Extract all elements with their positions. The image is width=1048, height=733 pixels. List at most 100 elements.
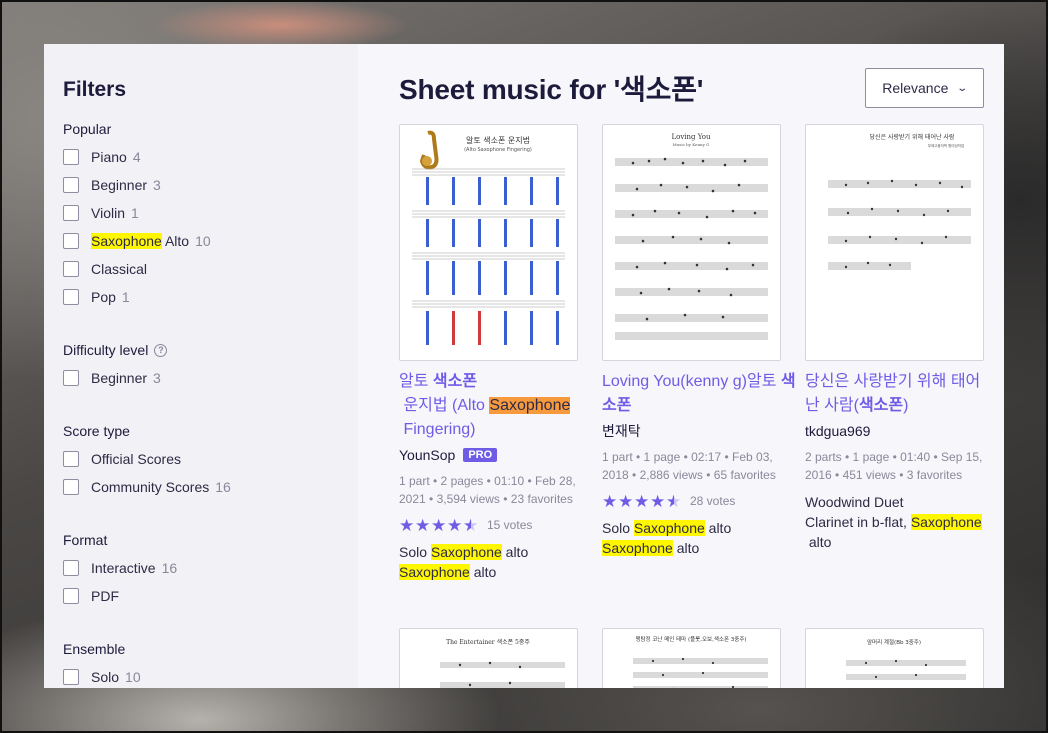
half-star-icon: ★ (666, 491, 682, 511)
star-icon: ★ (399, 515, 415, 535)
score-author[interactable]: YounSop PRO (399, 446, 578, 464)
filter-option-piano[interactable]: Piano 4 (63, 143, 358, 171)
score-card[interactable]: Loving You Music by Kenny G Loving You(k… (602, 124, 796, 582)
sheet-music-preview: 앞머리 계절(Bb 3중주) (846, 638, 966, 688)
svg-text:Music by Kenny G: Music by Kenny G (673, 142, 710, 147)
sheet-music-preview: The Entertainer 색소폰 5중주 (440, 638, 565, 688)
saxophone-image (419, 130, 439, 170)
star-icon: ★ (447, 515, 463, 535)
filter-option-saxophone-alto[interactable]: Saxophone Alto 10 (63, 227, 358, 255)
score-ensemble: Woodwind Duet (805, 494, 904, 510)
checkbox[interactable] (63, 451, 79, 467)
filter-group-title: Ensemble (63, 641, 126, 657)
staff-lines (828, 180, 971, 270)
rating: ★ ★ ★ ★ ★ 28 votes (602, 491, 736, 511)
score-author[interactable]: tkdgua969 (805, 422, 984, 440)
filter-group-title: Score type (63, 423, 130, 439)
checkbox[interactable] (63, 588, 79, 604)
star-icon: ★ (650, 491, 666, 511)
svg-text:앞머리 계절(Bb 3중주): 앞머리 계절(Bb 3중주) (867, 638, 921, 646)
svg-text:당신은 사랑받기 위해 태어난 사람: 당신은 사랑받기 위해 태어난 사람 (870, 133, 955, 141)
filter-option-official-scores[interactable]: Official Scores (63, 445, 358, 473)
checkbox[interactable] (63, 560, 79, 576)
filter-option-pdf[interactable]: PDF (63, 582, 358, 610)
filter-group-title: Format (63, 532, 108, 548)
filter-option-solo[interactable]: Solo 10 (63, 663, 358, 688)
sheet-music-preview: 맹탐정 코난 메인 테마 (플룻,오보,색소폰 3중주) (633, 635, 768, 688)
filter-group-popular: Popular Piano 4 Beginner 3 Violin 1 Saxopho… (63, 120, 358, 311)
filter-option-beginner[interactable]: Beginner 3 (63, 171, 358, 199)
svg-text:The Entertainer 색소폰 5중주: The Entertainer 색소폰 5중주 (446, 638, 530, 646)
checkbox[interactable] (63, 261, 79, 277)
checkbox[interactable] (63, 149, 79, 165)
score-meta: 2 parts • 1 page • 01:40 • Sep 15, 2016 … (805, 450, 983, 482)
star-icon: ★ (415, 515, 431, 535)
checkbox[interactable] (63, 479, 79, 495)
filter-group-format: Format Interactive 16 PDF (63, 531, 358, 610)
sheet-music-preview: 알토 색소폰 운지법 (Alto Saxophone Fingering) (412, 130, 565, 345)
checkbox[interactable] (63, 233, 79, 249)
svg-text:(Alto Saxophone Fingering): (Alto Saxophone Fingering) (464, 147, 532, 153)
svg-text:Loving You: Loving You (671, 133, 710, 141)
musescore-window: Filters Popular Piano 4 Beginner 3 Violin 1… (44, 44, 1004, 688)
filter-group-difficulty: Difficulty level? Beginner 3 (63, 341, 358, 392)
filters-sidebar: Filters Popular Piano 4 Beginner 3 Violin 1… (44, 44, 358, 688)
score-thumbnail[interactable]: 앞머리 계절(Bb 3중주) (805, 628, 984, 688)
score-instruments: Clarinet in b-flat, Saxophone alto (805, 514, 982, 550)
filter-option-classical[interactable]: Classical (63, 255, 358, 283)
checkbox[interactable] (63, 177, 79, 193)
page-title: Sheet music for '색소폰' (399, 74, 704, 105)
svg-text:부제고음악학 원미성작업: 부제고음악학 원미성작업 (928, 143, 965, 148)
filter-option-community-scores[interactable]: Community Scores 16 (63, 473, 358, 501)
checkbox[interactable] (63, 205, 79, 221)
results-grid: 알토 색소폰 운지법 (Alto Saxophone Fingering) 알토… (399, 124, 984, 582)
results-grid-row-2: The Entertainer 색소폰 5중주 맹탐정 코난 메인 테마 (플룻… (399, 628, 984, 688)
score-thumbnail[interactable]: 당신은 사랑받기 위해 태어난 사람 부제고음악학 원미성작업 (805, 124, 984, 361)
filter-option-violin[interactable]: Violin 1 (63, 199, 358, 227)
filter-option-interactive[interactable]: Interactive 16 (63, 554, 358, 582)
sheet-music-preview: 당신은 사랑받기 위해 태어난 사람 부제고음악학 원미성작업 (828, 133, 971, 270)
score-title-link[interactable]: Loving You(kenny g)알토 색소폰 (602, 370, 796, 418)
half-star-icon: ★ (463, 515, 479, 535)
score-author[interactable]: 변재탁 (602, 422, 781, 440)
checkbox[interactable] (63, 669, 79, 685)
star-icon: ★ (602, 491, 618, 511)
score-meta: 1 part • 2 pages • 01:10 • Feb 28, 2021 … (399, 474, 576, 506)
star-icon: ★ (618, 491, 634, 511)
checkbox[interactable] (63, 289, 79, 305)
filter-option-beginner-level[interactable]: Beginner 3 (63, 364, 358, 392)
star-icon: ★ (431, 515, 447, 535)
score-thumbnail[interactable]: 맹탐정 코난 메인 테마 (플룻,오보,색소폰 3중주) (602, 628, 781, 688)
filter-option-pop[interactable]: Pop 1 (63, 283, 358, 311)
sheet-music-preview: Loving You Music by Kenny G (615, 133, 768, 340)
background-photo-detail (150, 0, 410, 50)
score-title-link[interactable]: 당신은 사랑받기 위해 태어난 사람(색소폰) (805, 370, 984, 418)
filter-group-ensemble: Ensemble Solo 10 (63, 640, 358, 688)
help-icon[interactable]: ? (154, 343, 168, 357)
results-main: Sheet music for '색소폰' Relevance ⌄ 알토 색소폰 … (358, 44, 1004, 688)
score-card[interactable]: 당신은 사랑받기 위해 태어난 사람 부제고음악학 원미성작업 당신은 사랑받기… (805, 124, 984, 582)
filter-group-title: Popular (63, 121, 112, 137)
results-header: Sheet music for '색소폰' Relevance ⌄ (399, 68, 984, 108)
score-meta: 1 part • 1 page • 02:17 • Feb 03, 2018 •… (602, 450, 776, 482)
sort-dropdown[interactable]: Relevance ⌄ (865, 68, 984, 108)
fingering-diagrams (426, 177, 559, 345)
star-icon: ★ (634, 491, 650, 511)
score-thumbnail[interactable]: 알토 색소폰 운지법 (Alto Saxophone Fingering) (399, 124, 578, 361)
checkbox[interactable] (63, 370, 79, 386)
score-instruments: Solo Saxophone alto Saxophone alto (602, 520, 732, 556)
svg-text:맹탐정 코난 메인 테마 (플룻,오보,색소폰 3중주): 맹탐정 코난 메인 테마 (플룻,오보,색소폰 3중주) (635, 635, 746, 643)
score-thumbnail[interactable]: The Entertainer 색소폰 5중주 (399, 628, 578, 688)
chevron-down-icon: ⌄ (956, 82, 969, 94)
pro-badge: PRO (463, 448, 498, 462)
filters-title: Filters (63, 78, 127, 101)
score-card[interactable]: 알토 색소폰 운지법 (Alto Saxophone Fingering) 알토… (399, 124, 578, 582)
filter-group-score-type: Score type Official Scores Community Sco… (63, 422, 358, 501)
svg-text:알토 색소폰 운지법: 알토 색소폰 운지법 (466, 135, 530, 145)
score-thumbnail[interactable]: Loving You Music by Kenny G (602, 124, 781, 361)
rating: ★ ★ ★ ★ ★ 15 votes (399, 515, 533, 535)
score-instruments: Solo Saxophone alto Saxophone alto (399, 544, 529, 580)
staff-lines (615, 158, 768, 340)
notes (844, 179, 964, 269)
score-title-link[interactable]: 알토 색소폰 운지법 (Alto Saxophone Fingering) (399, 370, 578, 442)
